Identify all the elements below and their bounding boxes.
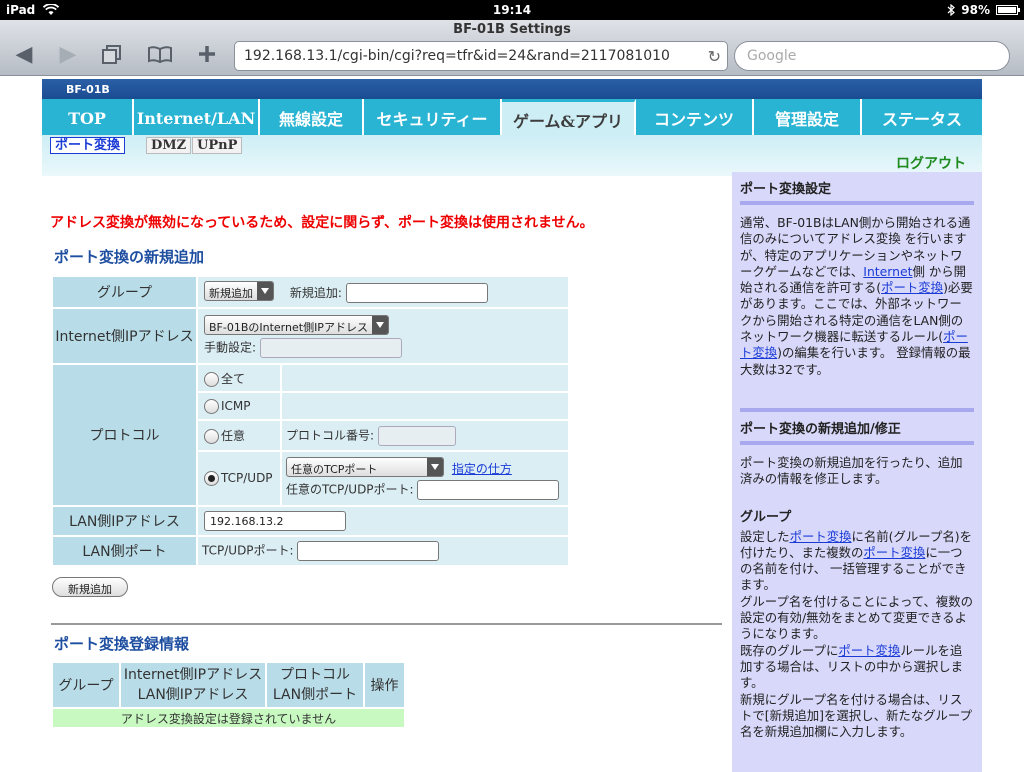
sub-nav: ポート変換 DMZ UPnP ログアウト bbox=[42, 135, 982, 176]
subtab-dmz[interactable]: DMZ bbox=[146, 137, 192, 154]
col-protocol: プロトコル LAN側ポート bbox=[265, 661, 365, 709]
group-name-input[interactable] bbox=[345, 283, 488, 304]
tab-top[interactable]: TOP bbox=[42, 99, 134, 135]
web-page: BF-01B TOP Internet/LAN 無線設定 セキュリティー ゲーム… bbox=[0, 76, 1024, 772]
window-title: BF-01B Settings bbox=[453, 22, 571, 37]
radio-any-label: 任意 bbox=[221, 429, 246, 443]
help-bar bbox=[740, 407, 974, 412]
lan-ip-input[interactable]: 192.168.13.2 bbox=[204, 511, 346, 531]
add-new-button[interactable]: 新規追加 bbox=[52, 577, 128, 597]
help-link-port-forwarding[interactable]: ポート変換 bbox=[790, 529, 852, 544]
col-ip: Internet側IPアドレス LAN側IPアドレス bbox=[119, 661, 267, 709]
help-bar bbox=[740, 201, 974, 205]
radio-all-label: 全て bbox=[221, 371, 246, 386]
col-operation: 操作 bbox=[363, 661, 406, 709]
help-bar bbox=[740, 440, 974, 445]
bookmarks-icon[interactable] bbox=[146, 44, 174, 68]
new-entry-form: グループ 新規追加 新規追加: Internet側IPアドレス BF-01BのI… bbox=[51, 275, 570, 567]
help-paragraph: 新規にグループ名を付ける場合は、リストで[新規追加]を選択し、新たなグループ名を… bbox=[740, 691, 972, 740]
manual-ip-input[interactable] bbox=[259, 337, 402, 358]
protocol-number-label: プロトコル番号: bbox=[286, 428, 375, 442]
internet-ip-label: Internet側IPアドレス bbox=[51, 307, 198, 365]
howto-link[interactable]: 指定の仕方 bbox=[452, 462, 512, 476]
col-protocol-top: プロトコル bbox=[280, 667, 350, 683]
help-paragraph: 既存のグループにポート変換ルールを追加する場合は、リストの中から選択します。 bbox=[740, 642, 964, 691]
brand-name: BF-01B bbox=[66, 83, 110, 96]
device-status-bar: iPad 19:14 98% bbox=[0, 0, 1024, 20]
nat-warning: アドレス変換が無効になっているため、設定に関らず、ポート変換は使用されません。 bbox=[50, 215, 594, 231]
help-link-internet[interactable]: Internet bbox=[863, 264, 912, 279]
radio-any[interactable] bbox=[204, 429, 219, 444]
internet-ip-select[interactable]: BF-01BのInternet側IPアドレス bbox=[204, 314, 389, 335]
protocol-label: プロトコル bbox=[51, 363, 198, 507]
group-label: グループ bbox=[51, 275, 198, 309]
url-text: 192.168.13.1/cgi-bin/cgi?req=tfr&id=24&r… bbox=[244, 48, 670, 64]
help-paragraph: グループ名を付けることによって、複数の設定の有効/無効をまとめて変更できるように… bbox=[740, 593, 974, 642]
help-heading-new-entry: ポート変換の新規追加/修正 bbox=[740, 421, 901, 437]
add-icon[interactable] bbox=[193, 44, 221, 68]
help-panel: ポート変換設定 通常、BF-01BはLAN側から開始される通信のみについてアドレ… bbox=[732, 172, 982, 772]
radio-tcpudp-label: TCP/UDP bbox=[221, 471, 273, 485]
col-ip-internet: Internet側IPアドレス bbox=[123, 667, 263, 683]
new-entry-title: ポート変換の新規追加 bbox=[54, 248, 205, 266]
help-paragraph: 設定したポート変換に名前(グループ名)を付けたり、また複数のポート変換に一つの名… bbox=[740, 528, 972, 593]
bluetooth-icon bbox=[947, 4, 956, 16]
clock: 19:14 bbox=[492, 3, 532, 17]
group-select[interactable]: 新規追加 bbox=[204, 280, 274, 301]
divider bbox=[51, 623, 722, 625]
empty-message: アドレス変換設定は登録されていません bbox=[51, 707, 406, 729]
reload-icon[interactable]: ↻ bbox=[708, 47, 721, 66]
help-heading-group: グループ bbox=[740, 509, 792, 525]
search-field[interactable]: Google bbox=[734, 41, 1010, 71]
back-icon[interactable]: ◀ bbox=[10, 44, 38, 68]
help-link-port-forwarding[interactable]: ポート変換 bbox=[863, 545, 925, 560]
forward-icon[interactable]: ▶ bbox=[54, 44, 82, 68]
col-ip-lan: LAN側IPアドレス bbox=[137, 687, 249, 703]
pages-icon[interactable] bbox=[98, 44, 126, 68]
help-link-port-forwarding[interactable]: ポート変換 bbox=[881, 280, 943, 295]
browser-toolbar: BF-01B Settings ◀ ▶ 192.168.13.1/cgi-bin… bbox=[0, 20, 1024, 76]
tab-wireless[interactable]: 無線設定 bbox=[260, 99, 364, 135]
help-paragraph: 通常、BF-01BはLAN側から開始される通信のみについてアドレス変換 を行いま… bbox=[740, 215, 973, 377]
tab-contents[interactable]: コンテンツ bbox=[636, 99, 754, 135]
logout-link[interactable]: ログアウト bbox=[896, 153, 966, 173]
manual-label: 手動設定: bbox=[204, 340, 257, 354]
tcp-port-select[interactable]: 任意のTCPポート bbox=[286, 457, 444, 477]
radio-all[interactable] bbox=[204, 371, 219, 387]
lan-ip-label: LAN側IPアドレス bbox=[51, 505, 198, 537]
main-nav: TOP Internet/LAN 無線設定 セキュリティー ゲーム&アプリ コン… bbox=[42, 99, 982, 135]
subtab-upnp[interactable]: UPnP bbox=[192, 137, 243, 154]
lan-port-label: LAN側ポート bbox=[51, 535, 198, 567]
radio-tcpudp[interactable] bbox=[204, 471, 219, 486]
group-new-label: 新規追加: bbox=[289, 285, 342, 300]
help-link-port-forwarding[interactable]: ポート変換 bbox=[838, 643, 900, 658]
tab-status[interactable]: ステータス bbox=[862, 99, 982, 135]
brand-bar: BF-01B bbox=[42, 79, 982, 99]
col-protocol-bottom: LAN側ポート bbox=[272, 687, 358, 703]
tab-internet-lan[interactable]: Internet/LAN bbox=[134, 99, 260, 135]
registered-table: グループ Internet側IPアドレス LAN側IPアドレス プロトコル LA… bbox=[51, 661, 406, 729]
help-heading-port-forwarding: ポート変換設定 bbox=[740, 182, 832, 197]
battery-percent: 98% bbox=[961, 3, 990, 17]
search-placeholder: Google bbox=[747, 48, 797, 64]
tab-security[interactable]: セキュリティー bbox=[364, 99, 502, 135]
tab-game-app[interactable]: ゲーム&アプリ bbox=[502, 99, 636, 135]
url-field[interactable]: 192.168.13.1/cgi-bin/cgi?req=tfr&id=24&r… bbox=[234, 41, 728, 71]
col-group: グループ bbox=[51, 661, 121, 709]
protocol-number-input[interactable] bbox=[377, 425, 456, 446]
radio-icmp[interactable] bbox=[204, 398, 219, 414]
lan-port-input[interactable] bbox=[297, 541, 440, 561]
help-paragraph: ポート変換の新規追加を行ったり、追加済みの情報を修正します。 bbox=[740, 454, 963, 487]
battery-icon bbox=[996, 5, 1020, 15]
lan-port-sub-label: TCP/UDPポート: bbox=[202, 543, 294, 558]
registered-title: ポート変換登録情報 bbox=[54, 635, 190, 653]
any-port-input[interactable] bbox=[417, 480, 560, 500]
subtab-port-forwarding[interactable]: ポート変換 bbox=[50, 137, 126, 154]
any-port-label: 任意のTCP/UDPポート: bbox=[286, 482, 414, 497]
tab-admin[interactable]: 管理設定 bbox=[754, 99, 862, 135]
radio-icmp-label: ICMP bbox=[221, 398, 251, 413]
